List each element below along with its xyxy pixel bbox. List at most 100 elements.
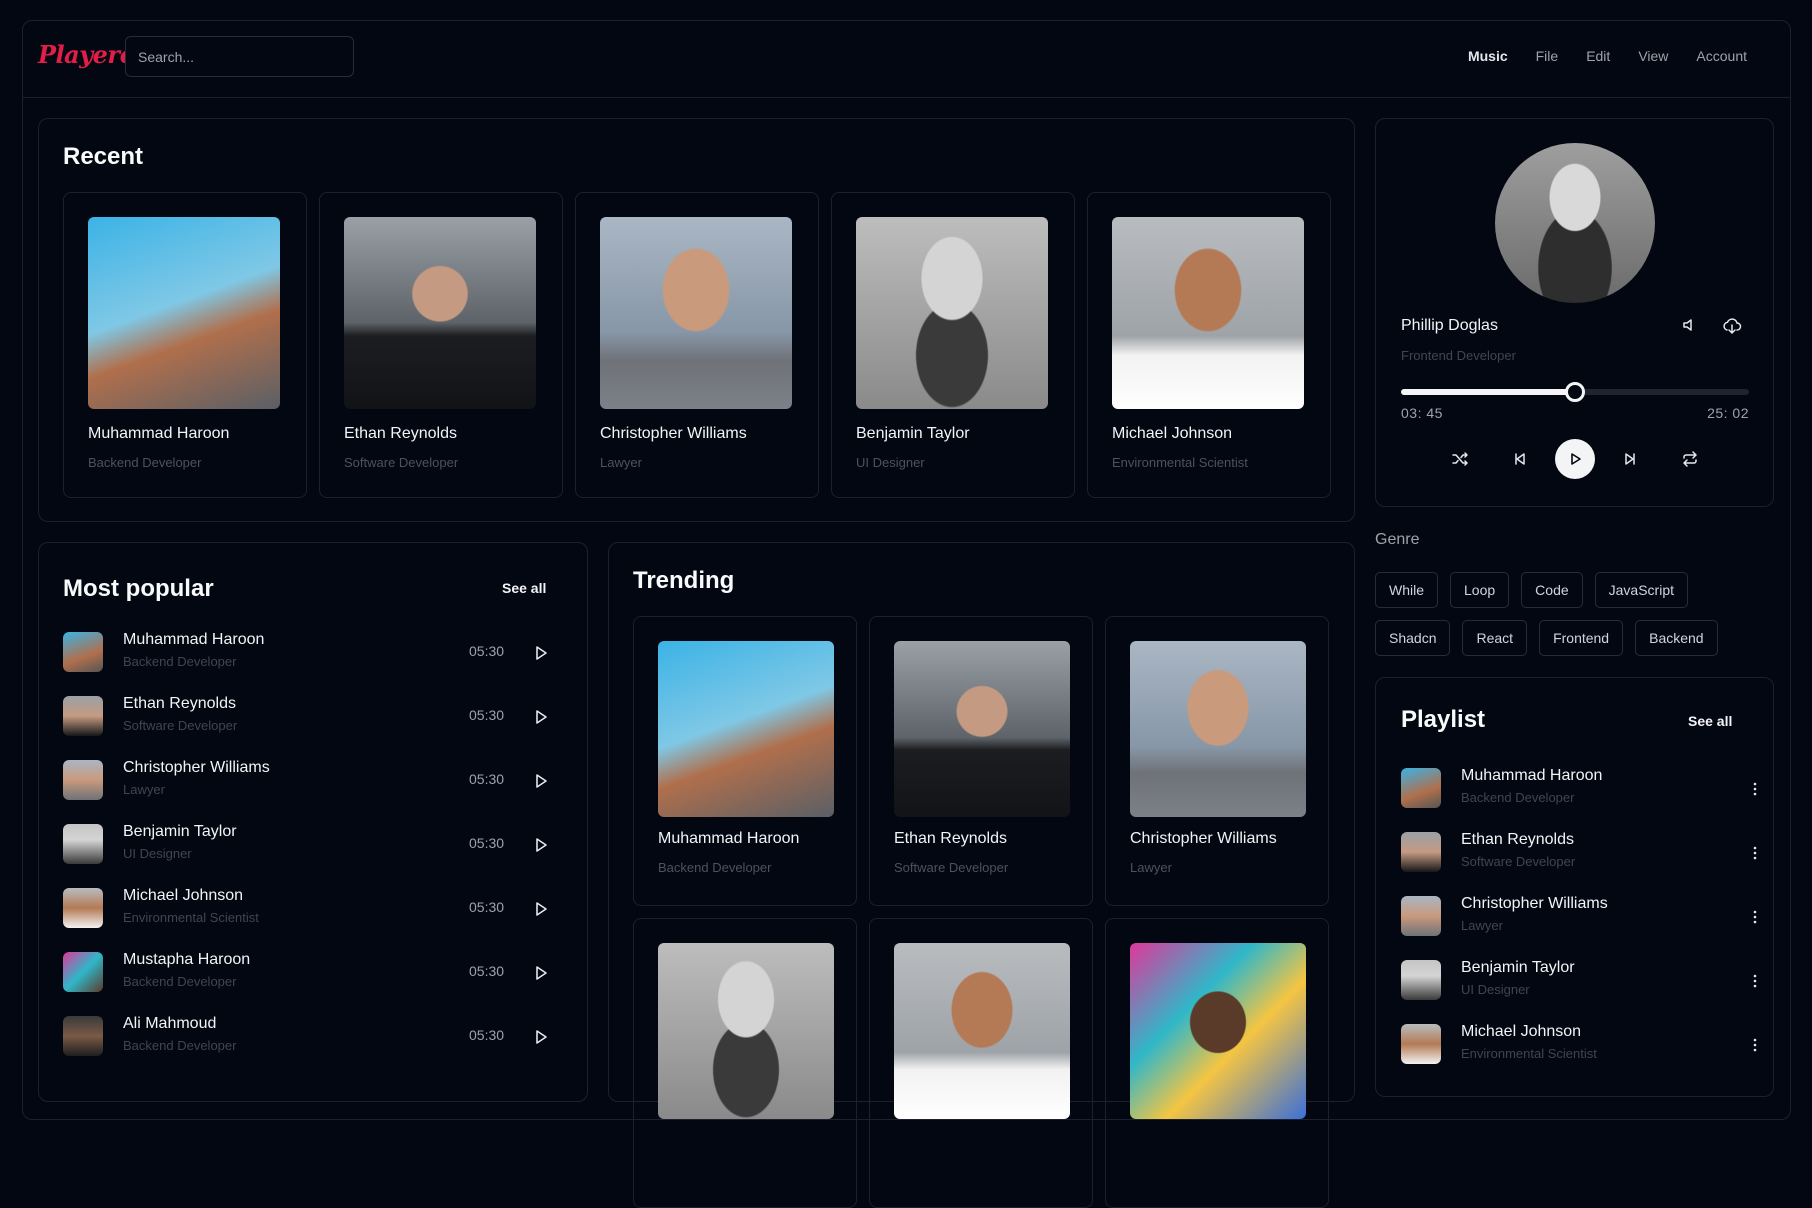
menu-edit[interactable]: Edit <box>1586 48 1610 64</box>
playlist-item-name: Muhammad Haroon <box>1461 767 1603 784</box>
recent-name: Benjamin Taylor <box>856 425 970 442</box>
skip-back-icon <box>1515 453 1525 465</box>
trending-name: Christopher Williams <box>1130 830 1277 847</box>
avatar <box>63 760 103 800</box>
recent-role: Backend Developer <box>88 455 202 470</box>
play-button[interactable] <box>1555 439 1595 479</box>
list-item-name: Michael Johnson <box>123 887 244 904</box>
app-logo[interactable]: Playero <box>38 40 136 69</box>
genre-chip[interactable]: While <box>1375 572 1439 608</box>
trending-name: Ethan Reynolds <box>894 830 1007 847</box>
playlist-item-role: Environmental Scientist <box>1461 1046 1597 1061</box>
play-icon[interactable] <box>531 899 551 919</box>
trending-card[interactable]: Muhammad Haroon Backend Developer <box>633 616 857 906</box>
shuffle-button[interactable] <box>1440 439 1480 479</box>
more-options-icon[interactable] <box>1745 779 1765 799</box>
list-item-name: Christopher Williams <box>123 759 270 776</box>
list-item-role: Environmental Scientist <box>123 910 259 925</box>
more-options-icon[interactable] <box>1745 843 1765 863</box>
menu-view[interactable]: View <box>1638 48 1668 64</box>
menu-account[interactable]: Account <box>1696 48 1747 64</box>
genre-chip[interactable]: Loop <box>1450 572 1510 608</box>
genre-chip[interactable]: Frontend <box>1539 620 1624 656</box>
play-icon[interactable] <box>531 963 551 983</box>
recent-name: Ethan Reynolds <box>344 425 457 442</box>
next-button[interactable] <box>1610 439 1650 479</box>
now-playing-role: Frontend Developer <box>1401 348 1516 363</box>
playlist-title: Playlist <box>1401 706 1486 733</box>
play-icon[interactable] <box>531 643 551 663</box>
list-item-duration: 05:30 <box>469 771 505 787</box>
progress-handle[interactable] <box>1565 382 1585 402</box>
list-item-role: Backend Developer <box>123 654 237 669</box>
playlist-item[interactable]: Michael Johnson Environmental Scientist <box>1401 1021 1761 1069</box>
playlist-item-name: Ethan Reynolds <box>1461 831 1574 848</box>
avatar <box>63 632 103 672</box>
avatar <box>1401 832 1441 872</box>
genre-chip[interactable]: React <box>1462 620 1528 656</box>
list-item-duration: 05:30 <box>469 1027 505 1043</box>
progress-slider[interactable] <box>1401 382 1749 402</box>
trending-photo <box>894 943 1070 1119</box>
more-options-icon[interactable] <box>1745 1035 1765 1055</box>
recent-card[interactable]: Michael Johnson Environmental Scientist <box>1087 192 1331 498</box>
volume-icon[interactable] <box>1679 315 1699 335</box>
list-item-role: Software Developer <box>123 718 238 733</box>
recent-card[interactable]: Muhammad Haroon Backend Developer <box>63 192 307 498</box>
recent-card[interactable]: Ethan Reynolds Software Developer <box>319 192 563 498</box>
most-popular-see-all-link[interactable]: See all <box>502 580 546 596</box>
trending-card[interactable]: Christopher Williams Lawyer <box>1105 616 1329 906</box>
play-icon[interactable] <box>531 771 551 791</box>
recent-card[interactable]: Christopher Williams Lawyer <box>575 192 819 498</box>
list-item[interactable]: Ethan Reynolds Software Developer 05:30 <box>63 693 553 741</box>
recent-grid: Muhammad Haroon Backend Developer Ethan … <box>63 192 1331 498</box>
more-options-icon[interactable] <box>1745 907 1765 927</box>
trending-role: Lawyer <box>1130 860 1172 875</box>
recent-card[interactable]: Benjamin Taylor UI Designer <box>831 192 1075 498</box>
playlist-item[interactable]: Ethan Reynolds Software Developer <box>1401 829 1761 877</box>
trending-card[interactable]: Ethan Reynolds Software Developer <box>869 616 1093 906</box>
list-item[interactable]: Christopher Williams Lawyer 05:30 <box>63 757 553 805</box>
repeat-icon <box>1683 451 1697 467</box>
menu-file[interactable]: File <box>1536 48 1559 64</box>
playlist-item[interactable]: Muhammad Haroon Backend Developer <box>1401 765 1761 813</box>
play-icon[interactable] <box>531 707 551 727</box>
playlist-item-role: UI Designer <box>1461 982 1530 997</box>
search-input[interactable] <box>125 36 354 77</box>
trending-photo <box>658 641 834 817</box>
genre-chips: While Loop Code JavaScript Shadcn React … <box>1375 572 1735 656</box>
menu-music[interactable]: Music <box>1468 48 1508 64</box>
list-item-duration: 05:30 <box>469 835 505 851</box>
playlist-see-all-link[interactable]: See all <box>1688 713 1732 729</box>
more-options-icon[interactable] <box>1745 971 1765 991</box>
trending-photo <box>1130 641 1306 817</box>
previous-button[interactable] <box>1500 439 1540 479</box>
recent-role: Software Developer <box>344 455 459 470</box>
playlist-item[interactable]: Benjamin Taylor UI Designer <box>1401 957 1761 1005</box>
cloud-download-icon[interactable] <box>1721 315 1743 337</box>
list-item[interactable]: Benjamin Taylor UI Designer 05:30 <box>63 821 553 869</box>
playlist-item[interactable]: Christopher Williams Lawyer <box>1401 893 1761 941</box>
trending-name: Muhammad Haroon <box>658 830 800 847</box>
genre-chip[interactable]: Code <box>1521 572 1583 608</box>
play-icon[interactable] <box>531 1027 551 1047</box>
progress-fill <box>1401 389 1575 395</box>
list-item-role: UI Designer <box>123 846 192 861</box>
genre-chip[interactable]: Backend <box>1635 620 1718 656</box>
genre-chip[interactable]: JavaScript <box>1594 572 1688 608</box>
play-icon[interactable] <box>531 835 551 855</box>
trending-card[interactable] <box>869 918 1093 1208</box>
list-item[interactable]: Ali Mahmoud Backend Developer 05:30 <box>63 1013 553 1061</box>
playlist-section: Playlist See all Muhammad Haroon Backend… <box>1375 677 1774 1097</box>
genre-chip[interactable]: Shadcn <box>1375 620 1451 656</box>
repeat-button[interactable] <box>1670 439 1710 479</box>
play-icon <box>1571 453 1581 465</box>
trending-card[interactable] <box>1105 918 1329 1208</box>
recent-name: Michael Johnson <box>1112 425 1233 442</box>
trending-card[interactable] <box>633 918 857 1208</box>
list-item[interactable]: Mustapha Haroon Backend Developer 05:30 <box>63 949 553 997</box>
total-time: 25: 02 <box>1707 405 1749 421</box>
list-item[interactable]: Muhammad Haroon Backend Developer 05:30 <box>63 629 553 677</box>
list-item-duration: 05:30 <box>469 963 505 979</box>
list-item[interactable]: Michael Johnson Environmental Scientist … <box>63 885 553 933</box>
